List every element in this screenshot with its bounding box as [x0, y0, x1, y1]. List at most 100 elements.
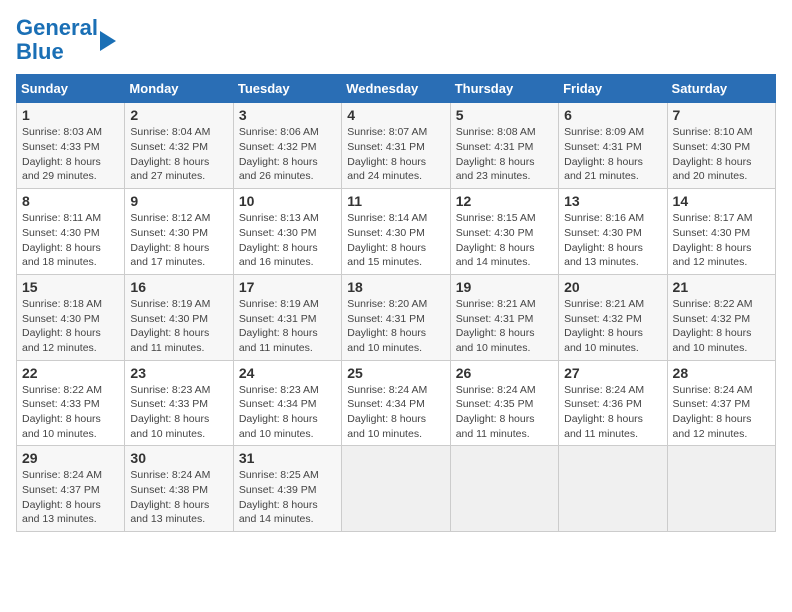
day-info: Sunrise: 8:11 AMSunset: 4:30 PMDaylight:…	[22, 211, 119, 270]
calendar-week-1: 8 Sunrise: 8:11 AMSunset: 4:30 PMDaylight…	[17, 189, 776, 275]
day-info: Sunrise: 8:03 AMSunset: 4:33 PMDaylight:…	[22, 125, 119, 184]
day-number: 16	[130, 279, 227, 295]
day-number: 9	[130, 193, 227, 209]
days-header-row: SundayMondayTuesdayWednesdayThursdayFrid…	[17, 75, 776, 103]
calendar-cell	[450, 446, 558, 532]
calendar-week-3: 22 Sunrise: 8:22 AMSunset: 4:33 PMDayligh…	[17, 360, 776, 446]
day-number: 27	[564, 365, 661, 381]
day-info: Sunrise: 8:19 AMSunset: 4:31 PMDaylight:…	[239, 297, 336, 356]
header-sunday: Sunday	[17, 75, 125, 103]
day-number: 14	[673, 193, 770, 209]
day-number: 1	[22, 107, 119, 123]
day-info: Sunrise: 8:09 AMSunset: 4:31 PMDaylight:…	[564, 125, 661, 184]
calendar-cell	[559, 446, 667, 532]
day-number: 28	[673, 365, 770, 381]
day-number: 22	[22, 365, 119, 381]
calendar-cell: 10 Sunrise: 8:13 AMSunset: 4:30 PMDayligh…	[233, 189, 341, 275]
calendar-cell	[667, 446, 775, 532]
calendar-cell: 11 Sunrise: 8:14 AMSunset: 4:30 PMDayligh…	[342, 189, 450, 275]
calendar-cell: 20 Sunrise: 8:21 AMSunset: 4:32 PMDayligh…	[559, 274, 667, 360]
calendar-cell: 24 Sunrise: 8:23 AMSunset: 4:34 PMDayligh…	[233, 360, 341, 446]
calendar-cell: 7 Sunrise: 8:10 AMSunset: 4:30 PMDaylight…	[667, 103, 775, 189]
day-number: 23	[130, 365, 227, 381]
calendar-cell: 31Sunrise: 8:25 AMSunset: 4:39 PMDayligh…	[233, 446, 341, 532]
calendar-table: SundayMondayTuesdayWednesdayThursdayFrid…	[16, 74, 776, 532]
calendar-cell: 18 Sunrise: 8:20 AMSunset: 4:31 PMDayligh…	[342, 274, 450, 360]
day-number: 6	[564, 107, 661, 123]
day-info: Sunrise: 8:24 AMSunset: 4:37 PMDaylight:…	[673, 383, 770, 442]
day-info: Sunrise: 8:12 AMSunset: 4:30 PMDaylight:…	[130, 211, 227, 270]
day-number: 25	[347, 365, 444, 381]
day-number: 30	[130, 450, 227, 466]
calendar-cell: 17 Sunrise: 8:19 AMSunset: 4:31 PMDayligh…	[233, 274, 341, 360]
header-thursday: Thursday	[450, 75, 558, 103]
calendar-cell: 29 Sunrise: 8:24 AMSunset: 4:37 PMDayligh…	[17, 446, 125, 532]
day-number: 7	[673, 107, 770, 123]
day-info: Sunrise: 8:21 AMSunset: 4:32 PMDaylight:…	[564, 297, 661, 356]
calendar-cell: 25 Sunrise: 8:24 AMSunset: 4:34 PMDayligh…	[342, 360, 450, 446]
day-info: Sunrise: 8:24 AMSunset: 4:36 PMDaylight:…	[564, 383, 661, 442]
calendar-cell: 13 Sunrise: 8:16 AMSunset: 4:30 PMDayligh…	[559, 189, 667, 275]
header-tuesday: Tuesday	[233, 75, 341, 103]
day-number: 31	[239, 450, 336, 466]
day-number: 29	[22, 450, 119, 466]
day-info: Sunrise: 8:19 AMSunset: 4:30 PMDaylight:…	[130, 297, 227, 356]
calendar-cell: 28 Sunrise: 8:24 AMSunset: 4:37 PMDayligh…	[667, 360, 775, 446]
calendar-cell: 6 Sunrise: 8:09 AMSunset: 4:31 PMDaylight…	[559, 103, 667, 189]
day-number: 26	[456, 365, 553, 381]
calendar-cell: 22 Sunrise: 8:22 AMSunset: 4:33 PMDayligh…	[17, 360, 125, 446]
day-info: Sunrise: 8:16 AMSunset: 4:30 PMDaylight:…	[564, 211, 661, 270]
logo-arrow-icon	[100, 31, 116, 51]
header-monday: Monday	[125, 75, 233, 103]
day-number: 18	[347, 279, 444, 295]
day-info: Sunrise: 8:22 AMSunset: 4:32 PMDaylight:…	[673, 297, 770, 356]
day-info: Sunrise: 8:15 AMSunset: 4:30 PMDaylight:…	[456, 211, 553, 270]
day-info: Sunrise: 8:22 AMSunset: 4:33 PMDaylight:…	[22, 383, 119, 442]
day-info: Sunrise: 8:23 AMSunset: 4:33 PMDaylight:…	[130, 383, 227, 442]
calendar-cell: 30Sunrise: 8:24 AMSunset: 4:38 PMDayligh…	[125, 446, 233, 532]
day-info: Sunrise: 8:24 AMSunset: 4:34 PMDaylight:…	[347, 383, 444, 442]
calendar-cell: 26 Sunrise: 8:24 AMSunset: 4:35 PMDayligh…	[450, 360, 558, 446]
calendar-cell: 15Sunrise: 8:18 AMSunset: 4:30 PMDayligh…	[17, 274, 125, 360]
day-info: Sunrise: 8:04 AMSunset: 4:32 PMDaylight:…	[130, 125, 227, 184]
day-number: 3	[239, 107, 336, 123]
day-number: 8	[22, 193, 119, 209]
calendar-cell: 4Sunrise: 8:07 AMSunset: 4:31 PMDaylight…	[342, 103, 450, 189]
day-info: Sunrise: 8:24 AMSunset: 4:37 PMDaylight:…	[22, 468, 119, 527]
day-info: Sunrise: 8:20 AMSunset: 4:31 PMDaylight:…	[347, 297, 444, 356]
day-info: Sunrise: 8:23 AMSunset: 4:34 PMDaylight:…	[239, 383, 336, 442]
day-info: Sunrise: 8:08 AMSunset: 4:31 PMDaylight:…	[456, 125, 553, 184]
calendar-week-0: 1 Sunrise: 8:03 AMSunset: 4:33 PMDaylight…	[17, 103, 776, 189]
day-number: 24	[239, 365, 336, 381]
calendar-cell: 1 Sunrise: 8:03 AMSunset: 4:33 PMDaylight…	[17, 103, 125, 189]
day-info: Sunrise: 8:21 AMSunset: 4:31 PMDaylight:…	[456, 297, 553, 356]
logo: GeneralBlue	[16, 16, 116, 64]
calendar-cell: 8 Sunrise: 8:11 AMSunset: 4:30 PMDaylight…	[17, 189, 125, 275]
day-info: Sunrise: 8:24 AMSunset: 4:35 PMDaylight:…	[456, 383, 553, 442]
day-info: Sunrise: 8:18 AMSunset: 4:30 PMDaylight:…	[22, 297, 119, 356]
day-info: Sunrise: 8:13 AMSunset: 4:30 PMDaylight:…	[239, 211, 336, 270]
calendar-cell: 16 Sunrise: 8:19 AMSunset: 4:30 PMDayligh…	[125, 274, 233, 360]
day-info: Sunrise: 8:07 AMSunset: 4:31 PMDaylight:…	[347, 125, 444, 184]
day-number: 2	[130, 107, 227, 123]
logo-text: GeneralBlue	[16, 16, 98, 64]
calendar-cell: 23 Sunrise: 8:23 AMSunset: 4:33 PMDayligh…	[125, 360, 233, 446]
calendar-cell: 27 Sunrise: 8:24 AMSunset: 4:36 PMDayligh…	[559, 360, 667, 446]
day-number: 11	[347, 193, 444, 209]
day-number: 10	[239, 193, 336, 209]
day-info: Sunrise: 8:14 AMSunset: 4:30 PMDaylight:…	[347, 211, 444, 270]
day-number: 12	[456, 193, 553, 209]
day-number: 13	[564, 193, 661, 209]
day-number: 20	[564, 279, 661, 295]
day-info: Sunrise: 8:17 AMSunset: 4:30 PMDaylight:…	[673, 211, 770, 270]
day-number: 19	[456, 279, 553, 295]
day-number: 21	[673, 279, 770, 295]
day-number: 17	[239, 279, 336, 295]
day-info: Sunrise: 8:10 AMSunset: 4:30 PMDaylight:…	[673, 125, 770, 184]
calendar-cell: 2 Sunrise: 8:04 AMSunset: 4:32 PMDaylight…	[125, 103, 233, 189]
calendar-cell: 21 Sunrise: 8:22 AMSunset: 4:32 PMDayligh…	[667, 274, 775, 360]
calendar-cell: 12 Sunrise: 8:15 AMSunset: 4:30 PMDayligh…	[450, 189, 558, 275]
header-wednesday: Wednesday	[342, 75, 450, 103]
calendar-cell	[342, 446, 450, 532]
calendar-cell: 3Sunrise: 8:06 AMSunset: 4:32 PMDaylight…	[233, 103, 341, 189]
